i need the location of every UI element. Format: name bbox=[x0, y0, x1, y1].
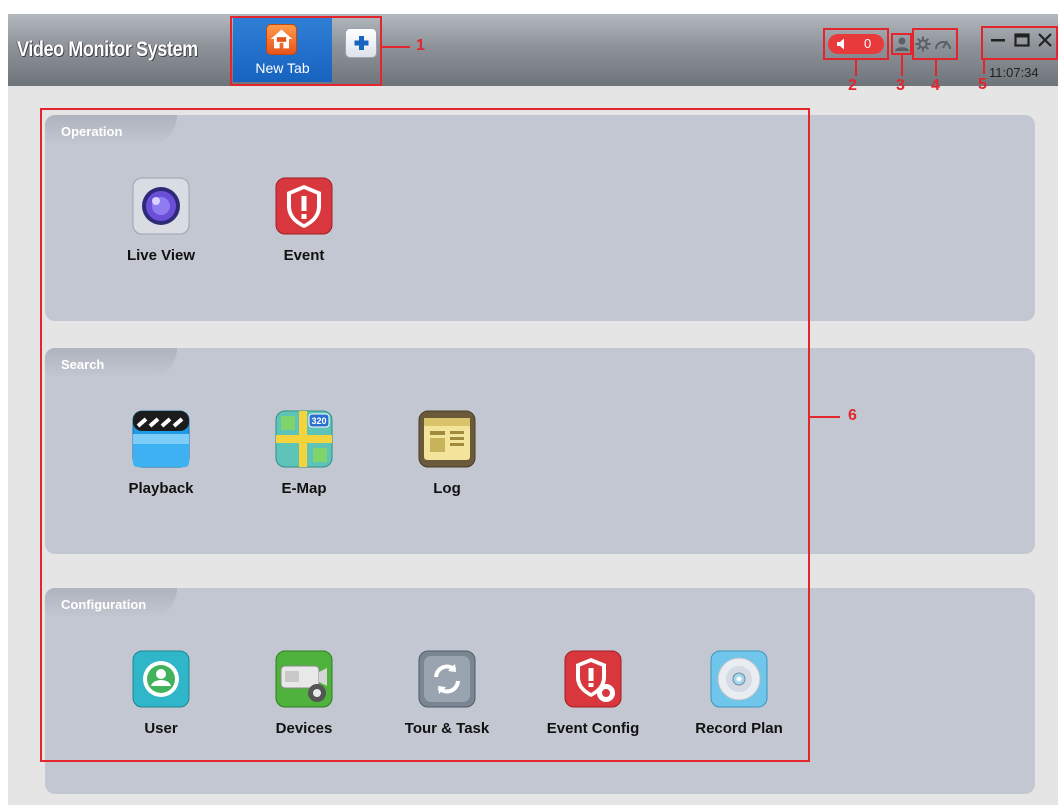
tile-live-view[interactable]: Live View bbox=[106, 177, 216, 264]
camera-icon bbox=[132, 177, 190, 235]
plus-icon bbox=[354, 36, 369, 50]
tile-label: Live View bbox=[126, 247, 196, 264]
tab-label: New Tab bbox=[255, 60, 310, 76]
user-icon[interactable] bbox=[893, 35, 911, 53]
tile-label: Event bbox=[283, 247, 325, 264]
tile-tour-task[interactable]: Tour & Task bbox=[392, 650, 502, 737]
add-tab-button[interactable] bbox=[345, 28, 377, 58]
tab-new-tab[interactable]: New Tab bbox=[233, 18, 332, 82]
map-icon: 320 bbox=[275, 410, 333, 468]
tile-e-map[interactable]: 320 E-Map bbox=[249, 410, 359, 497]
annotation-line-3 bbox=[901, 55, 903, 76]
disc-icon bbox=[710, 650, 768, 708]
annotation-line-1 bbox=[382, 46, 410, 48]
panel-header: Configuration bbox=[45, 588, 177, 618]
refresh-icon bbox=[418, 650, 476, 708]
tile-event-config[interactable]: Event Config bbox=[538, 650, 648, 737]
tile-label: Devices bbox=[275, 720, 333, 737]
alarm-count: 0 bbox=[864, 36, 872, 51]
annotation-line-5 bbox=[983, 60, 985, 74]
app-title: Video Monitor System bbox=[17, 38, 198, 61]
maximize-icon[interactable] bbox=[1012, 30, 1032, 50]
gear-icon[interactable] bbox=[914, 35, 932, 53]
close-icon[interactable] bbox=[1035, 30, 1055, 50]
alert-gear-icon bbox=[564, 650, 622, 708]
annotation-line-2 bbox=[855, 60, 857, 76]
log-icon bbox=[418, 410, 476, 468]
annotation-label-2: 2 bbox=[848, 77, 857, 94]
panel-header: Search bbox=[45, 348, 177, 378]
annotation-label-1: 1 bbox=[416, 37, 425, 54]
section-label-configuration: Configuration bbox=[61, 597, 147, 612]
tile-label: Event Config bbox=[546, 720, 640, 737]
tile-log[interactable]: Log bbox=[392, 410, 502, 497]
section-label-search: Search bbox=[61, 357, 105, 372]
speaker-icon bbox=[837, 38, 844, 50]
clock: 11:07:34 bbox=[989, 65, 1039, 80]
tile-label: Tour & Task bbox=[404, 720, 490, 737]
tile-devices[interactable]: Devices bbox=[249, 650, 359, 737]
section-label-operation: Operation bbox=[61, 124, 123, 139]
map-badge: 320 bbox=[311, 416, 326, 426]
gauge-icon[interactable] bbox=[934, 36, 952, 52]
minimize-icon[interactable] bbox=[988, 30, 1008, 50]
tile-label: Log bbox=[433, 480, 461, 497]
annotation-line-4 bbox=[935, 60, 937, 76]
home-icon bbox=[266, 24, 297, 55]
annotation-label-4: 4 bbox=[931, 77, 940, 94]
alert-shield-icon bbox=[275, 177, 333, 235]
device-gear-icon bbox=[275, 650, 333, 708]
annotation-line-6 bbox=[810, 416, 840, 418]
tile-record-plan[interactable]: Record Plan bbox=[684, 650, 794, 737]
tile-label: E-Map bbox=[281, 480, 327, 497]
clapperboard-icon bbox=[132, 410, 190, 468]
user-icon bbox=[132, 650, 190, 708]
tile-event[interactable]: Event bbox=[249, 177, 359, 264]
annotation-label-3: 3 bbox=[896, 77, 905, 94]
tile-label: Playback bbox=[128, 480, 194, 497]
alarm-indicator[interactable]: 0 bbox=[828, 34, 884, 54]
tile-playback[interactable]: Playback bbox=[106, 410, 216, 497]
annotation-label-5: 5 bbox=[978, 76, 987, 93]
tile-label: Record Plan bbox=[695, 720, 783, 737]
annotation-label-6: 6 bbox=[848, 407, 857, 424]
panel-header: Operation bbox=[45, 115, 177, 145]
tile-user[interactable]: User bbox=[106, 650, 216, 737]
tile-label: User bbox=[144, 720, 178, 737]
